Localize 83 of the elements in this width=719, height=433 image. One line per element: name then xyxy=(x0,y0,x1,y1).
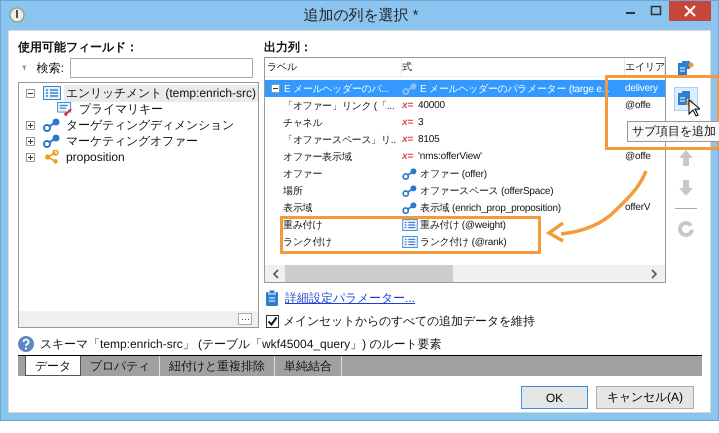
link-icon xyxy=(402,168,418,180)
grid-row[interactable]: 重み付け 重み付け (@weight) xyxy=(265,216,665,233)
column-header[interactable]: エイリア xyxy=(625,58,665,76)
tooltip: サブ項目を追加 xyxy=(627,121,719,142)
expression-cell: 40000 xyxy=(418,100,445,111)
collapse-icon[interactable] xyxy=(26,88,35,98)
expand-icon[interactable] xyxy=(26,152,35,162)
tree-item[interactable]: エンリッチメント (temp:enrich-src) xyxy=(64,84,258,102)
scroll-right-icon[interactable] xyxy=(649,268,659,278)
grid-row[interactable]: 場所 オファースペース (offerSpace) xyxy=(265,182,665,199)
alias-cell: @offe xyxy=(625,100,651,111)
panel-label: 出力列： xyxy=(264,39,313,55)
label-cell-text: 表示域 xyxy=(283,202,312,214)
cursor-icon xyxy=(688,99,700,117)
tab[interactable]: 単純結合 xyxy=(275,356,342,376)
formula-icon: x= xyxy=(402,117,418,128)
expand-icon[interactable] xyxy=(26,136,35,146)
formula-icon: x= xyxy=(402,134,418,145)
alias-cell: delivery xyxy=(625,83,658,94)
list-icon xyxy=(402,236,418,248)
tab[interactable]: データ xyxy=(25,356,81,376)
link-icon xyxy=(402,184,418,196)
grid-row[interactable]: 表示域 表示域 (enrich_prop_proposition) offerV xyxy=(265,199,665,216)
advanced-parameters-link[interactable]: 詳細設定パラメーター... xyxy=(285,290,416,306)
label-cell-text: 「オファースペース」リ.. xyxy=(283,134,396,146)
grid-row[interactable]: オファー表示域 x= 'nms:offerView' @offe xyxy=(265,148,665,165)
panel-label: 使用可能フィールド： xyxy=(18,39,139,55)
window-title: 追加の列を選択 * xyxy=(302,6,420,25)
label-cell-text: E メールヘッダーのパ... xyxy=(284,82,389,96)
tree-item[interactable]: ターゲティングディメンション xyxy=(64,116,236,134)
label-cell-text: 場所 xyxy=(283,184,303,198)
expression-cell-text: 表示域 (enrich_prop_proposition) xyxy=(420,202,561,214)
collapse-icon[interactable] xyxy=(271,84,280,93)
label-cell-text: 重み付け xyxy=(283,218,322,232)
tree-item[interactable]: プライマリキー xyxy=(77,100,165,118)
expression-cell: 'nms:offerView' xyxy=(418,151,482,162)
key-icon xyxy=(56,102,74,116)
label-cell-text: チャネル xyxy=(283,116,322,130)
tab[interactable]: プロパティ xyxy=(81,356,160,376)
grid-row[interactable]: オファー オファー (offer) xyxy=(265,165,665,182)
grid-row[interactable]: ランク付け ランク付け (@rank) xyxy=(265,233,665,250)
help-text: スキーマ「temp:enrich-src」 (テーブル「wkf45004_query」) のルート要素 xyxy=(40,336,442,352)
close-icon[interactable] xyxy=(669,1,711,21)
scroll-left-icon[interactable] xyxy=(271,268,281,278)
expression-cell-text: ランク付け (@rank) xyxy=(420,236,506,248)
expression-cell: 8105 xyxy=(418,134,440,145)
list-icon xyxy=(402,218,418,230)
label-cell-text: ランク付け xyxy=(283,236,332,248)
alias-cell: offerV xyxy=(625,202,650,213)
search-field[interactable] xyxy=(70,58,253,78)
link-icon xyxy=(43,118,61,132)
expression-cell: 3 xyxy=(418,117,424,128)
expression-cell-text: オファースペース (offerSpace) xyxy=(420,184,554,198)
tree-item[interactable]: マーケティングオファー xyxy=(64,132,200,150)
tree-item[interactable]: proposition xyxy=(64,150,127,164)
column-header[interactable]: 式 xyxy=(402,58,625,76)
clipboard-icon xyxy=(266,290,278,306)
column-header[interactable]: ラベル xyxy=(265,58,402,76)
grid-row[interactable]: 「オファー」リンク (「... x= 40000 @offe xyxy=(265,97,665,114)
checkbox-label: メインセットからのすべての追加データを維持 xyxy=(283,312,535,330)
link-icon xyxy=(43,134,61,148)
help-icon xyxy=(18,336,34,352)
app-icon xyxy=(9,7,25,23)
label-cell-text: 「オファー」リンク (「... xyxy=(283,100,394,112)
ok-button[interactable]: OK xyxy=(521,386,588,409)
formula-icon: x= xyxy=(402,151,418,162)
link-icon xyxy=(402,202,418,214)
list-icon xyxy=(43,86,61,100)
alias-cell: @offe xyxy=(625,151,651,162)
label-cell-text: オファー表示域 xyxy=(283,150,352,164)
label-cell-text: オファー xyxy=(283,168,322,180)
horizontal-scrollbar[interactable] xyxy=(265,265,665,282)
share-icon xyxy=(43,150,61,164)
expression-cell-text: オファー (offer) xyxy=(420,168,487,180)
expression-cell-text: 重み付け (@weight) xyxy=(420,218,506,232)
link-icon xyxy=(402,82,418,94)
search-label: 検索: xyxy=(36,60,64,76)
formula-icon: x= xyxy=(402,100,418,111)
toolbar-divider xyxy=(675,208,697,209)
expand-icon[interactable] xyxy=(26,120,35,130)
cancel-button[interactable]: キャンセル(A) xyxy=(596,386,694,409)
tab[interactable]: 紐付けと重複排除 xyxy=(160,356,275,376)
checkbox[interactable] xyxy=(266,314,279,328)
